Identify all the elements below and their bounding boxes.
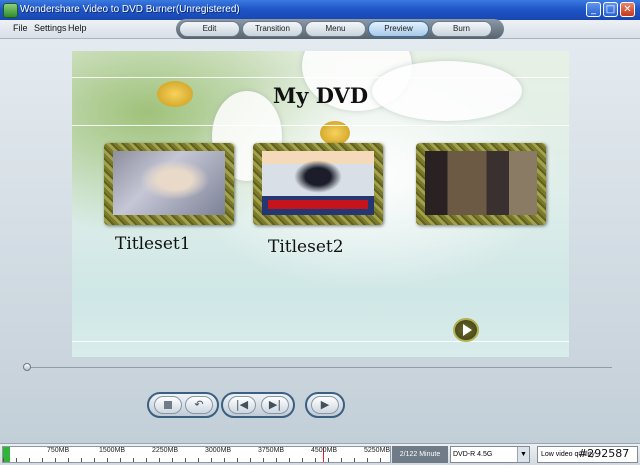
maximize-button[interactable]: □ <box>603 2 618 17</box>
divider-line <box>72 125 569 126</box>
stop-rewind-group: ↶ <box>147 392 219 418</box>
tab-menu[interactable]: Menu <box>305 21 366 37</box>
title-bar: Wondershare Video to DVD Burner(Unregist… <box>0 0 640 20</box>
menu-next-page-button[interactable] <box>453 318 479 342</box>
capacity-tick: 1500MB <box>99 447 126 454</box>
chevron-down-icon[interactable]: ▼ <box>517 447 529 462</box>
titleset-thumbnail-1[interactable] <box>104 143 234 225</box>
status-bar: 750MB 1500MB 2250MB 3000MB 3750MB 4500MB… <box>0 443 640 465</box>
seek-slider[interactable] <box>23 363 612 371</box>
next-chapter-button[interactable]: ▶| <box>261 396 289 414</box>
minimize-button[interactable]: _ <box>586 2 601 17</box>
work-area: My DVD Titleset1 Titleset2 ↶ |◀ ▶| ▶ <box>0 39 640 443</box>
tab-burn[interactable]: Burn <box>431 21 492 37</box>
divider-line <box>72 341 569 342</box>
tab-preview[interactable]: Preview <box>368 21 429 37</box>
capacity-tick: 4500MB <box>311 447 338 454</box>
stop-button[interactable] <box>154 396 182 414</box>
capacity-tick: 3750MB <box>258 447 285 454</box>
capacity-tick: 5250MB <box>364 447 391 454</box>
capacity-tick: 2250MB <box>152 447 179 454</box>
stop-icon <box>164 401 172 409</box>
watermark: #292587 <box>578 447 630 460</box>
step-tabs: Edit Transition Menu Preview Burn <box>176 19 504 39</box>
seek-track <box>24 367 612 368</box>
disc-type-select[interactable]: DVD-R 4.5G ▼ <box>450 446 530 463</box>
titleset-thumbnail-2[interactable] <box>253 143 383 225</box>
dvd-menu-title: My DVD <box>272 83 369 108</box>
tab-transition[interactable]: Transition <box>242 21 303 37</box>
dvd-menu-preview: My DVD Titleset1 Titleset2 <box>72 51 569 357</box>
window-title: Wondershare Video to DVD Burner(Unregist… <box>20 4 240 15</box>
tab-edit[interactable]: Edit <box>179 21 240 37</box>
play-icon <box>463 324 472 336</box>
play-button[interactable]: ▶ <box>311 396 339 414</box>
caption-strip <box>268 200 368 209</box>
previous-chapter-button[interactable]: |◀ <box>228 396 256 414</box>
video-thumbnail <box>262 151 374 215</box>
divider-line <box>72 77 569 78</box>
capacity-tick: 3000MB <box>205 447 232 454</box>
seek-handle[interactable] <box>23 363 31 371</box>
menu-help[interactable]: Help <box>68 23 87 33</box>
menu-file[interactable]: File <box>13 23 28 33</box>
minutes-readout: 2/122 Minute <box>392 446 448 463</box>
capacity-scale <box>3 458 390 462</box>
titleset-label-1: Titleset1 <box>115 234 191 254</box>
chapter-nav-group: |◀ ▶| <box>221 392 295 418</box>
return-button[interactable]: ↶ <box>185 396 213 414</box>
titleset-label-2: Titleset2 <box>268 237 344 257</box>
video-thumbnail <box>425 151 537 215</box>
video-thumbnail <box>113 151 225 215</box>
disc-type-value: DVD-R 4.5G <box>453 451 493 458</box>
disc-capacity-bar: 750MB 1500MB 2250MB 3000MB 3750MB 4500MB… <box>2 446 391 463</box>
app-icon <box>3 3 18 18</box>
close-button[interactable]: ✕ <box>620 2 635 17</box>
menu-settings[interactable]: Settings <box>34 23 67 33</box>
titleset-thumbnail-3[interactable] <box>416 143 546 225</box>
capacity-tick: 750MB <box>47 447 70 454</box>
play-group: ▶ <box>305 392 345 418</box>
